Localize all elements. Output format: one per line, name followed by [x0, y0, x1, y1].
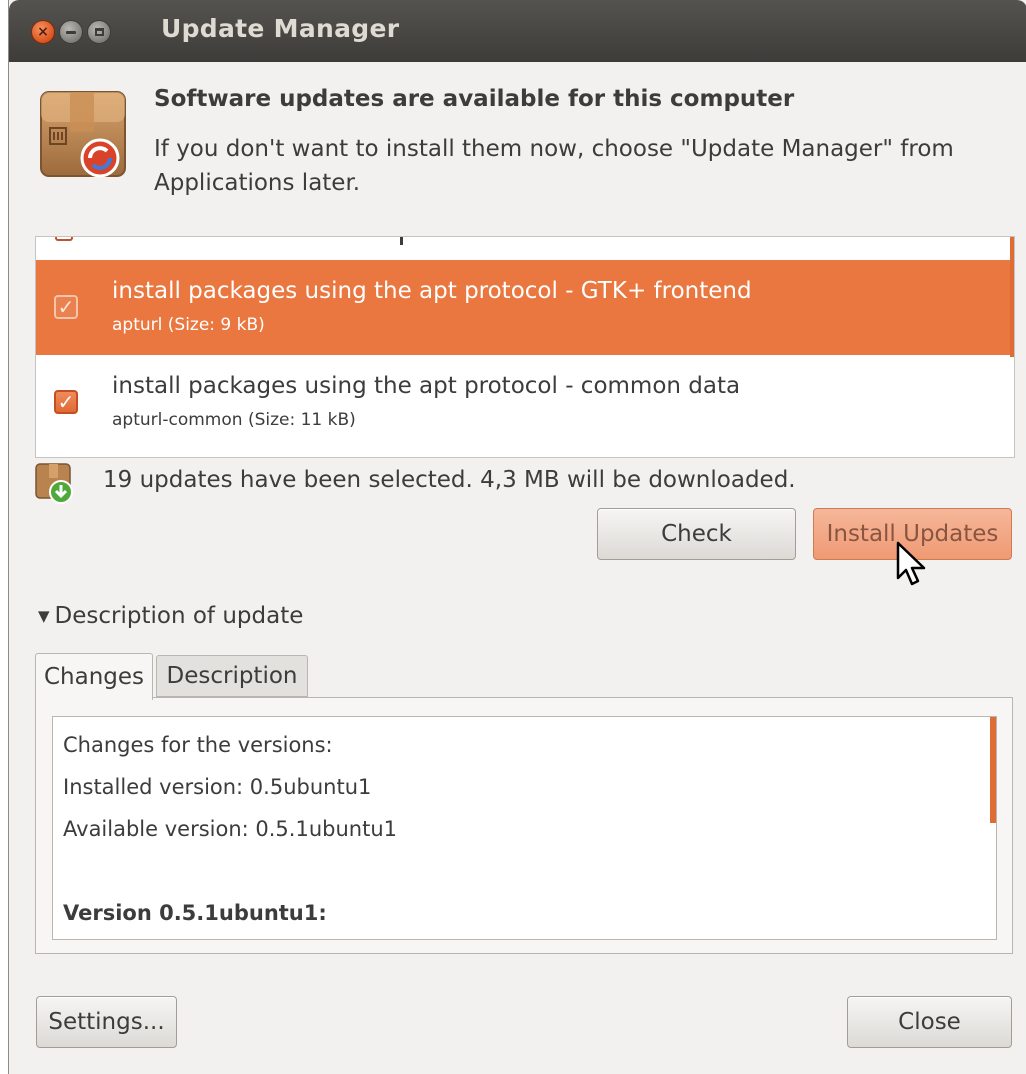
window-title: Update Manager [161, 14, 400, 43]
list-scrollbar[interactable] [1010, 237, 1014, 357]
mouse-pointer-icon [896, 541, 926, 586]
changes-line: Changes for the versions: [63, 733, 333, 757]
changes-line: Version 0.5.1ubuntu1: [63, 901, 327, 925]
description-expander[interactable]: ▼ Description of update [38, 603, 303, 629]
package-update-icon [40, 91, 126, 178]
list-item[interactable]: ✓ install packages using the apt protoco… [36, 260, 1014, 355]
changes-textview[interactable]: Changes for the versions: Installed vers… [52, 716, 997, 940]
update-detail: apturl (Size: 9 kB) [112, 315, 265, 335]
minimize-icon [66, 30, 76, 34]
changes-line: Installed version: 0.5ubuntu1 [63, 775, 372, 799]
maximize-icon [94, 28, 104, 36]
expand-triangle-icon: ▼ [38, 607, 50, 625]
close-button[interactable]: Close [847, 996, 1012, 1048]
window-close-button[interactable]: × [31, 20, 55, 44]
tab-description[interactable]: Description [156, 655, 308, 697]
update-name: install packages using the apt protocol … [112, 373, 741, 399]
download-package-icon [35, 463, 73, 504]
title-bar[interactable]: × Update Manager [9, 0, 1026, 62]
update-checkbox[interactable]: ✓ [54, 390, 78, 414]
tab-changes[interactable]: Changes [35, 653, 153, 700]
textview-scrollbar[interactable] [990, 717, 996, 823]
update-list[interactable]: ✓ install packages using the apt protoco… [35, 236, 1015, 458]
window-maximize-button[interactable] [87, 20, 111, 44]
window-minimize-button[interactable] [59, 20, 83, 44]
update-checkbox[interactable]: ✓ [54, 295, 78, 319]
checkbox-partial[interactable] [55, 237, 73, 241]
list-item[interactable]: ✓ install packages using the apt protoco… [36, 355, 1014, 450]
changes-line: Available version: 0.5.1ubuntu1 [63, 817, 397, 841]
update-name: install packages using the apt protocol … [112, 278, 752, 304]
check-button[interactable]: Check [597, 508, 796, 560]
updates-subtext: If you don't want to install them now, c… [154, 136, 954, 196]
list-item-partial[interactable] [36, 237, 1014, 259]
update-manager-window: × Update Manager Software updates are av… [8, 0, 1026, 1074]
update-detail: apturl-common (Size: 11 kB) [112, 410, 356, 430]
selection-status: 19 updates have been selected. 4,3 MB wi… [103, 467, 796, 493]
expander-label: Description of update [54, 603, 304, 629]
updates-heading: Software updates are available for this … [154, 86, 795, 112]
settings-button[interactable]: Settings... [36, 996, 177, 1048]
